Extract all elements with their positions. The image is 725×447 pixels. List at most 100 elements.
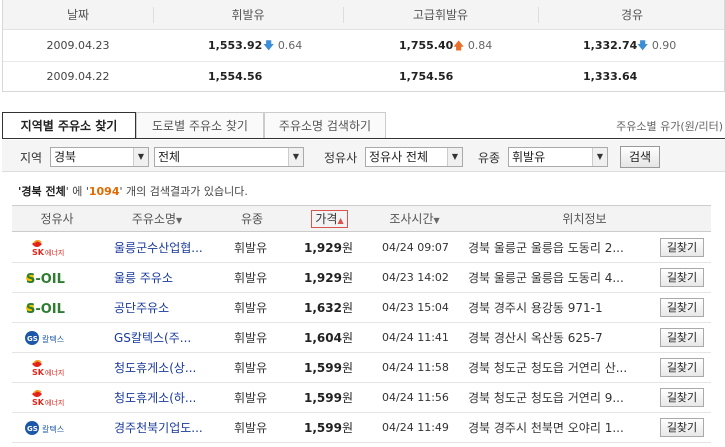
chevron-down-icon: ▼ (288, 148, 303, 166)
directions-button[interactable]: 길찾기 (660, 298, 704, 317)
province-select[interactable]: 경북 ▼ (50, 147, 149, 167)
unit-note: 주유소별 유가(원/리터) (616, 120, 723, 133)
price-summary-table: 날짜 휘발유 고급휘발유 경유 2009.04.23 1,553.92 🡇 0.… (2, 0, 725, 92)
premium-change: 🡅 0.84 (453, 39, 493, 52)
result-query: 경북 전체 (21, 185, 66, 198)
directions-button[interactable]: 길찾기 (660, 358, 704, 377)
table-row: SK 에너지 청도휴게소(하... 휘발유 1,599원 04/24 11:56 … (12, 383, 711, 413)
svg-text:칼텍스: 칼텍스 (42, 424, 64, 434)
fuel-type: 휘발유 (234, 301, 268, 315)
svg-text:칼텍스: 칼텍스 (42, 334, 64, 344)
address: 경북 청도군 청도읍 거연리 산... (468, 361, 628, 375)
fuel-type: 휘발유 (234, 391, 268, 405)
col-location: 위치정보 (562, 212, 607, 226)
premium-price: 1,755.40 (399, 39, 454, 52)
price-date: 2009.04.22 (46, 70, 110, 83)
results-table-header: 정유사 주유소명▼ 유종 가격▲ 조사시간▼ 위치정보 (12, 205, 711, 232)
sort-up-icon: ▲ (337, 216, 344, 225)
brand-logo: SK 에너지 (22, 238, 92, 258)
diesel-price: 1,333.64 (583, 70, 638, 83)
filter-bar: 지역 경북 ▼ 전체 ▼ 정유사 정유사 전체 ▼ 유종 휘발유 ▼ 검색 (2, 140, 725, 172)
brand-label: 정유사 (324, 151, 358, 165)
diesel-change: 🡇 0.90 (637, 39, 677, 52)
address: 경북 청도군 청도읍 거연리 9... (468, 391, 624, 405)
fuel-type: 휘발유 (234, 421, 268, 435)
search-button[interactable]: 검색 (620, 146, 660, 168)
col-price-sort[interactable]: 가격▲ (292, 206, 367, 232)
svg-text:GS: GS (27, 425, 38, 433)
survey-time: 04/24 09:07 (382, 241, 449, 254)
svg-text:에너지: 에너지 (45, 368, 64, 377)
price: 1,632원 (304, 301, 354, 315)
col-type: 유종 (240, 212, 264, 226)
fuel-type: 휘발유 (234, 361, 268, 375)
station-name-link[interactable]: 울릉 주유소 (114, 263, 214, 293)
price: 1,929원 (304, 271, 354, 285)
fuel-type: 휘발유 (234, 331, 268, 345)
fuel-type: 휘발유 (234, 241, 268, 255)
premium-price: 1,754.56 (399, 70, 454, 83)
address: 경북 경산시 옥산동 625-7 (468, 331, 603, 345)
brand-logo: GS 칼텍스 (22, 418, 92, 438)
arrow-down-icon: 🡇 (263, 39, 275, 52)
svg-text:SK: SK (32, 248, 45, 257)
gasoline-price: 1,554.56 (208, 70, 263, 83)
header-gasoline: 휘발유 (231, 8, 265, 22)
station-name-link[interactable]: 청도휴게소(하... (114, 383, 214, 413)
address: 경북 울릉군 울릉읍 도동리 4... (468, 271, 624, 285)
gasoline-change: 🡇 0.64 (263, 39, 303, 52)
directions-button[interactable]: 길찾기 (660, 418, 704, 437)
region-label: 지역 (20, 151, 43, 165)
directions-button[interactable]: 길찾기 (660, 328, 704, 347)
directions-button[interactable]: 길찾기 (660, 238, 704, 257)
station-name-link[interactable]: 울릉군수산업협... (114, 233, 214, 263)
sort-down-icon: ▼ (433, 216, 440, 225)
address: 경북 경주시 천북면 오야리 1... (468, 421, 624, 435)
brand-logo: GS 칼텍스 (22, 328, 92, 348)
chevron-down-icon: ▼ (133, 148, 148, 166)
district-select[interactable]: 전체 ▼ (154, 147, 304, 167)
brand-logo: SK 에너지 (22, 388, 92, 408)
table-row: S-OIL 울릉 주유소 휘발유 1,929원 04/23 14:02 경북 울… (12, 263, 711, 293)
tab-road-search[interactable]: 도로별 주유소 찾기 (136, 112, 264, 139)
arrow-down-icon: 🡇 (637, 39, 649, 52)
price: 1,604원 (304, 331, 354, 345)
header-diesel: 경유 (620, 8, 644, 22)
station-name-link[interactable]: 공단주유소 (114, 293, 214, 323)
price-row-yesterday: 2009.04.22 1,554.56 1,754.56 1,333.64 (3, 61, 724, 90)
price: 1,599원 (304, 361, 354, 375)
fuel-select[interactable]: 휘발유 ▼ (508, 147, 608, 167)
station-name-link[interactable]: 청도휴게소(상... (114, 353, 214, 383)
svg-text:에너지: 에너지 (45, 248, 64, 257)
price: 1,599원 (304, 421, 354, 435)
col-time-sort[interactable]: 조사시간▼ (372, 206, 457, 232)
brand-select[interactable]: 정유사 전체 ▼ (365, 147, 463, 167)
tab-region-search[interactable]: 지역별 주유소 찾기 (2, 112, 136, 139)
diesel-price: 1,332.74 (583, 39, 638, 52)
svg-text:GS: GS (27, 335, 38, 343)
price-date: 2009.04.23 (46, 39, 110, 52)
header-premium: 고급휘발유 (412, 8, 469, 22)
header-date: 날짜 (66, 8, 90, 22)
svg-text:SK: SK (32, 398, 45, 407)
table-row: GS 칼텍스 경주천북기업도... 휘발유 1,599원 04/24 11:49 … (12, 413, 711, 443)
table-row: SK 에너지 청도휴게소(상... 휘발유 1,599원 04/24 11:58 … (12, 353, 711, 383)
sort-down-icon: ▼ (176, 216, 183, 225)
survey-time: 04/24 11:56 (382, 391, 449, 404)
directions-button[interactable]: 길찾기 (660, 388, 704, 407)
address: 경북 울릉군 울릉읍 도동리 2... (468, 241, 624, 255)
station-name-link[interactable]: 경주천북기업도... (114, 413, 214, 443)
fuel-type: 휘발유 (234, 271, 268, 285)
col-brand: 정유사 (40, 212, 74, 226)
tab-name-search[interactable]: 주유소명 검색하기 (264, 112, 386, 139)
svg-text:S-OIL: S-OIL (26, 272, 65, 287)
address: 경북 경주시 용강동 971-1 (468, 301, 603, 315)
survey-time: 04/24 11:41 (382, 331, 449, 344)
station-name-link[interactable]: GS칼텍스(주... (114, 323, 214, 353)
result-summary: '경북 전체' 에 '1094' 개의 검색결과가 있습니다. (18, 185, 248, 198)
table-row: SK 에너지 울릉군수산업협... 휘발유 1,929원 04/24 09:07 … (12, 233, 711, 263)
directions-button[interactable]: 길찾기 (660, 268, 704, 287)
price-summary-header: 날짜 휘발유 고급휘발유 경유 (3, 0, 724, 30)
chevron-down-icon: ▼ (592, 148, 607, 166)
col-name-sort[interactable]: 주유소명▼ (102, 206, 212, 232)
